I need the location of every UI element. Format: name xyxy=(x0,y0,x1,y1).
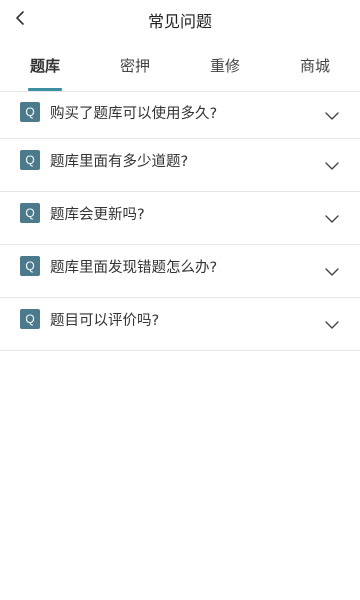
question-badge: Q xyxy=(20,309,40,329)
chevron-down-icon xyxy=(325,162,339,170)
faq-item[interactable]: Q 题目可以评价吗? xyxy=(0,298,360,351)
tab-retake[interactable]: 重修 xyxy=(180,40,270,91)
question-text: 题库里面有多少道题? xyxy=(50,154,189,170)
tab-label: 密押 xyxy=(119,57,150,75)
question-text: 题目可以评价吗? xyxy=(50,313,160,329)
faq-item[interactable]: Q 题库会更新吗? xyxy=(0,192,360,245)
active-tab-indicator xyxy=(28,88,62,91)
chevron-down-icon xyxy=(325,112,339,120)
tab-question-bank[interactable]: 题库 xyxy=(0,40,90,91)
tab-label: 重修 xyxy=(209,57,240,75)
question-text: 购买了题库可以使用多久? xyxy=(50,106,218,122)
question-badge: Q xyxy=(20,203,40,223)
page-title: 常见问题 xyxy=(147,12,212,31)
chevron-left-icon xyxy=(16,11,24,25)
top-bar: 常见问题 xyxy=(0,0,360,40)
faq-item[interactable]: Q 购买了题库可以使用多久? xyxy=(0,92,360,139)
back-button[interactable] xyxy=(6,4,34,32)
tab-label: 题库 xyxy=(29,57,60,75)
chevron-down-icon xyxy=(325,321,339,329)
tab-label: 商城 xyxy=(299,57,330,75)
question-badge: Q xyxy=(20,256,40,276)
question-text: 题库里面发现错题怎么办? xyxy=(50,260,218,276)
category-tabs: 题库 密押 重修 商城 xyxy=(0,40,360,92)
tab-mall[interactable]: 商城 xyxy=(270,40,360,91)
question-text: 题库会更新吗? xyxy=(50,207,145,223)
faq-list: Q 购买了题库可以使用多久? Q 题库里面有多少道题? Q 题库会更新吗? Q … xyxy=(0,92,360,351)
faq-item[interactable]: Q 题库里面发现错题怎么办? xyxy=(0,245,360,298)
question-badge: Q xyxy=(20,102,40,122)
question-badge: Q xyxy=(20,150,40,170)
faq-item[interactable]: Q 题库里面有多少道题? xyxy=(0,139,360,192)
chevron-down-icon xyxy=(325,215,339,223)
faq-page: 常见问题 题库 密押 重修 商城 Q 购买了题库可以使用多久? Q 题库里面有多… xyxy=(0,0,360,600)
chevron-down-icon xyxy=(325,268,339,276)
tab-secret-exam[interactable]: 密押 xyxy=(90,40,180,91)
